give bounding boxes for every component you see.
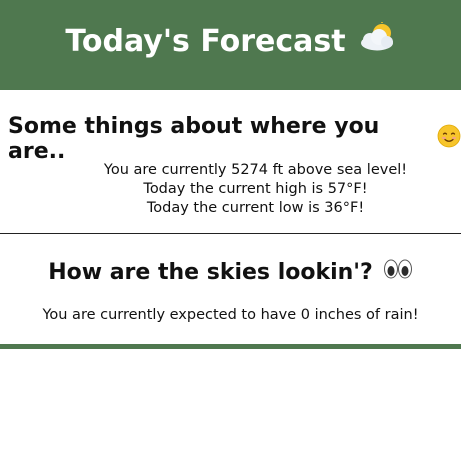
page-title: Today's Forecast: [65, 23, 346, 59]
sky-section-title: How are the skies lookin'?: [48, 259, 373, 285]
high-temp-text: Today the current high is 57°F!: [143, 181, 368, 197]
elevation-text: You are currently 5274 ft above sea leve…: [103, 162, 408, 178]
page-title-group: Today's Forecast: [65, 20, 396, 60]
sun-behind-cloud-icon: [358, 20, 396, 60]
low-temp-text: Today the current low is 36°F!: [146, 200, 365, 216]
rain-forecast-text: You are currently expected to have 0 inc…: [42, 307, 419, 323]
smiling-face-icon: [437, 124, 461, 154]
eyes-icon: [383, 258, 413, 286]
location-section-title: Some things about where you are..: [8, 114, 380, 164]
location-section: Some things about where you are.. You ar…: [0, 90, 461, 234]
location-details: You are currently 5274 ft above sea leve…: [50, 161, 461, 218]
sky-section: How are the skies lookin'? You are curre…: [0, 234, 461, 344]
header-bar: Today's Forecast: [0, 0, 461, 90]
sky-section-title-group: How are the skies lookin'?: [0, 258, 461, 286]
location-section-title-group: Some things about where you are..: [8, 114, 461, 164]
footer-divider-bar: [0, 344, 461, 349]
